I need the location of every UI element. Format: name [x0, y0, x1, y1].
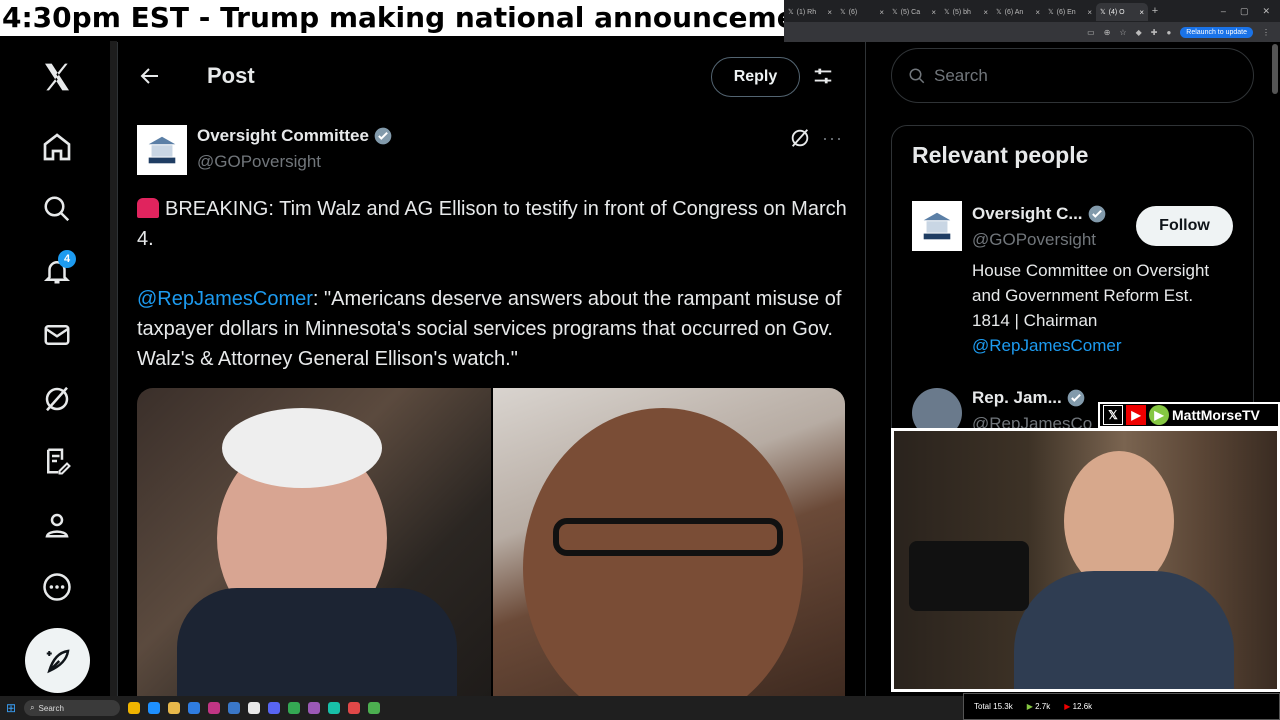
relevant-people-panel: Relevant people Oversight C... @GOPovers… [891, 125, 1254, 445]
person-bio: House Committee on Oversight and Governm… [972, 261, 1210, 355]
profile-icon[interactable] [34, 502, 80, 548]
new-tab-button[interactable]: + [1148, 5, 1162, 17]
home-icon[interactable] [34, 124, 80, 170]
bio-mention-link[interactable]: @RepJamesComer [972, 336, 1122, 355]
browser-tab[interactable]: 𝕏 (5) Ca × [888, 3, 940, 21]
windows-start-icon[interactable]: ⊞ [6, 701, 16, 715]
verified-badge-icon [1067, 389, 1085, 407]
stream-stats: Total 15.3k ▶ 2.7k ▶ 12.6k [963, 693, 1280, 720]
post-image-right [491, 388, 845, 696]
rumble-icon: ▶ [1026, 702, 1033, 711]
taskbar-app-icon[interactable] [248, 702, 261, 714]
filter-icon[interactable] [812, 65, 834, 92]
browser-tab[interactable]: 𝕏 (6) An × [992, 3, 1044, 21]
stream-channel-label: 𝕏 ▶ ▶ MattMorseTV [1098, 402, 1280, 428]
youtube-icon: ▶ [1126, 405, 1146, 425]
close-icon[interactable]: × [827, 8, 832, 17]
taskbar-app-icon[interactable] [308, 702, 321, 714]
follow-button[interactable]: Follow [1136, 206, 1233, 246]
verified-badge-icon [374, 127, 392, 145]
x-icon: 𝕏 [944, 9, 950, 16]
browser-tab-active[interactable]: 𝕏 (4) O × [1096, 3, 1148, 21]
x-icon: 𝕏 [840, 9, 846, 16]
x-icon: 𝕏 [892, 9, 898, 16]
feather-icon [46, 649, 69, 673]
search-icon[interactable] [34, 186, 80, 232]
close-icon[interactable]: × [879, 8, 884, 17]
taskbar-search[interactable]: ⌕ Search [24, 700, 121, 716]
total-viewers: Total 15.3k [974, 702, 1013, 711]
rumble-icon: ▶ [1149, 405, 1169, 425]
youtube-viewers: ▶ 12.6k [1064, 702, 1093, 711]
browser-tab[interactable]: 𝕏 (6) × [836, 3, 888, 21]
taskbar-app-icon[interactable] [348, 702, 361, 714]
siren-icon [137, 198, 159, 218]
browser-tab[interactable]: 𝕏 (1) Rh × [784, 3, 836, 21]
post-text: BREAKING: Tim Walz and AG Ellison to tes… [137, 198, 847, 370]
taskbar-app-icon[interactable] [268, 702, 281, 714]
taskbar-app-icon[interactable] [288, 702, 301, 714]
webcam-overlay [891, 428, 1280, 692]
articles-icon[interactable] [34, 438, 80, 484]
back-arrow-icon[interactable] [138, 64, 162, 93]
maximize-icon[interactable]: ▢ [1240, 6, 1249, 17]
taskbar-app-icon[interactable] [228, 702, 241, 714]
person-name[interactable]: Oversight C... [972, 204, 1107, 224]
post-more-icon[interactable]: ··· [822, 128, 843, 149]
taskbar-app-icon[interactable] [328, 702, 341, 714]
person-avatar[interactable] [912, 201, 962, 251]
person-handle[interactable]: @GOPoversight [972, 230, 1096, 250]
notification-badge: 4 [58, 250, 76, 268]
taskbar-app-icon[interactable] [208, 702, 221, 714]
x-logo-icon[interactable] [34, 54, 80, 100]
compose-post-button[interactable] [25, 628, 90, 693]
search-input[interactable]: Search [891, 48, 1254, 103]
x-icon: 𝕏 [788, 9, 794, 16]
x-icon: 𝕏 [1103, 405, 1123, 425]
youtube-icon: ▶ [1064, 702, 1071, 711]
browser-tab[interactable]: 𝕏 (6) En × [1044, 3, 1096, 21]
search-icon: ⌕ [30, 703, 35, 712]
mention-link[interactable]: @RepJamesComer [137, 288, 313, 310]
x-icon: 𝕏 [1100, 9, 1106, 16]
author-avatar[interactable] [137, 125, 187, 175]
reply-button[interactable]: Reply [711, 57, 800, 97]
right-scrollbar[interactable] [1272, 44, 1278, 94]
x-icon: 𝕏 [996, 9, 1002, 16]
grok-icon[interactable] [34, 376, 80, 422]
grok-explain-icon[interactable] [789, 127, 811, 154]
close-icon[interactable]: × [1087, 8, 1092, 17]
live-banner: 4:30pm EST - Trump making national annou… [0, 0, 784, 36]
close-window-icon[interactable]: ✕ [1262, 6, 1270, 17]
verified-badge-icon [1088, 205, 1105, 223]
taskbar-app-icon[interactable] [168, 702, 181, 714]
close-icon[interactable]: × [983, 8, 988, 17]
left-nav: 4 [0, 36, 112, 696]
left-scrollbar[interactable] [110, 41, 117, 696]
post-image[interactable] [137, 388, 845, 696]
taskbar-app-icon[interactable] [128, 702, 141, 714]
post-image-left [137, 388, 491, 696]
close-icon[interactable]: × [931, 8, 936, 17]
more-options-icon[interactable] [34, 564, 80, 610]
close-icon[interactable]: × [1035, 8, 1040, 17]
search-icon [909, 68, 925, 83]
author-handle[interactable]: @GOPoversight [197, 152, 321, 172]
browser-tab-strip: 𝕏 (1) Rh × 𝕏 (6) × 𝕏 (5) Ca × 𝕏 (5) bh × 𝕏 (6) An… [784, 0, 1280, 22]
rumble-viewers: ▶ 2.7k [1026, 702, 1051, 711]
author-name[interactable]: Oversight Committee [197, 126, 393, 146]
taskbar-app-icon[interactable] [188, 702, 201, 714]
taskbar-app-icon[interactable] [368, 702, 381, 714]
close-icon[interactable]: × [1139, 8, 1144, 17]
page-title: Post [207, 63, 255, 88]
relevant-people-title: Relevant people [912, 142, 1089, 168]
browser-tab[interactable]: 𝕏 (5) bh × [940, 3, 992, 21]
window-controls: – ▢ ✕ [1221, 6, 1280, 17]
notifications-icon[interactable]: 4 [34, 248, 80, 294]
x-icon: 𝕏 [1048, 9, 1054, 16]
messages-icon[interactable] [34, 312, 80, 358]
person-name[interactable]: Rep. Jam... [972, 388, 1086, 408]
taskbar-app-icon[interactable] [148, 702, 161, 714]
minimize-icon[interactable]: – [1221, 6, 1226, 17]
